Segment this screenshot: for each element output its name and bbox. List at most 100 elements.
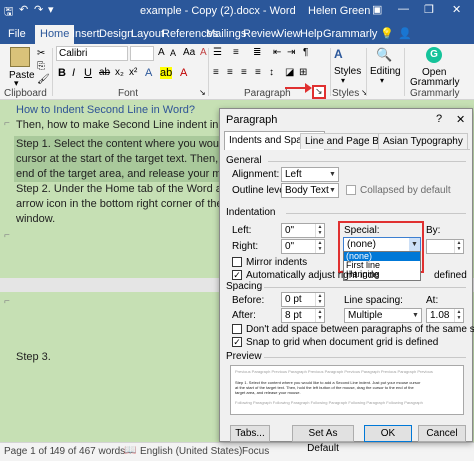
restore-button[interactable]: ❐ (424, 3, 434, 16)
before-input[interactable]: 0 pt ▲ ▼ (281, 292, 325, 307)
document-step1-line3[interactable]: end of the target area, and release your… (16, 167, 248, 182)
tab-insert[interactable]: Insert (72, 25, 100, 44)
right-indent-input[interactable]: 0" ▲ ▼ (281, 239, 325, 254)
font-name-combo[interactable]: Calibri (56, 46, 128, 61)
styles-dropdown-icon[interactable]: ▾ (341, 76, 345, 85)
language[interactable]: English (United States) (140, 446, 242, 457)
proofing-icon[interactable]: 📖 (124, 445, 136, 456)
shading-icon[interactable]: ◪ (285, 67, 294, 78)
cut-icon[interactable]: ✂ (37, 48, 45, 59)
special-select[interactable]: (none) ▼ (343, 237, 421, 252)
editing-dropdown-icon[interactable]: ▾ (380, 76, 384, 85)
word-count[interactable]: 49 of 467 words (54, 446, 125, 457)
tab-grammarly[interactable]: Grammarly (323, 25, 377, 44)
undo-icon[interactable]: ↶ (19, 3, 28, 16)
collapsed-checkbox[interactable] (346, 185, 356, 195)
grammarly-name-label[interactable]: Grammarly (410, 77, 459, 88)
underline-icon[interactable]: U (84, 67, 92, 79)
dont-add-space-checkbox[interactable] (232, 324, 242, 334)
tab-layout[interactable]: Layout (131, 25, 164, 44)
line-spacing-icon[interactable]: ↕ (269, 67, 274, 78)
format-painter-icon[interactable]: 🖌 (37, 74, 50, 85)
document-step3[interactable]: Step 3. (16, 350, 51, 365)
line-spacing-select[interactable]: Multiple ▼ (344, 308, 422, 323)
redo-icon[interactable]: ↷ (34, 3, 43, 16)
lightbulb-icon[interactable]: 💡 (380, 25, 394, 44)
outline-level-select[interactable]: Body Text ▼ (281, 183, 339, 198)
spinner-icon[interactable]: ▲ ▼ (454, 309, 463, 322)
alignment-select[interactable]: Left ▼ (281, 167, 339, 182)
show-formatting-icon[interactable]: ¶ (303, 47, 308, 58)
left-indent-input[interactable]: 0" ▲ ▼ (281, 223, 325, 238)
focus-mode[interactable]: Focus (242, 446, 269, 457)
tab-mailings[interactable]: Mailings (206, 25, 246, 44)
user-name[interactable]: Helen Green (308, 5, 370, 17)
editing-icon[interactable]: 🔍 (376, 47, 392, 63)
font-color-icon[interactable]: A (180, 67, 187, 79)
font-dialog-launcher-icon[interactable]: ↘ (199, 88, 206, 97)
multilevel-list-icon[interactable]: ≣ (253, 47, 261, 58)
align-center-icon[interactable]: ≡ (227, 67, 233, 78)
subscript-icon[interactable]: x₂ (115, 67, 124, 78)
mirror-indents-checkbox[interactable] (232, 257, 242, 267)
snap-to-grid-checkbox[interactable]: ✓ (232, 337, 242, 347)
document-step2-line3[interactable]: window. (16, 212, 55, 227)
styles-button[interactable]: Styles (334, 66, 361, 77)
decrease-indent-icon[interactable]: ⇤ (273, 47, 281, 58)
bullets-icon[interactable]: ☰ (213, 47, 222, 58)
dialog-close-button[interactable]: ✕ (456, 113, 465, 126)
paste-button[interactable]: Paste (9, 70, 35, 81)
ok-button[interactable]: OK (364, 425, 412, 442)
tab-design[interactable]: Design (99, 25, 133, 44)
tabs-button[interactable]: Tabs... (230, 425, 270, 442)
font-size-combo[interactable] (130, 46, 154, 61)
align-right-icon[interactable]: ≡ (241, 67, 247, 78)
paragraph-dialog-launcher[interactable]: ↘ (312, 85, 326, 99)
tab-help[interactable]: Help (300, 25, 323, 44)
document-heading[interactable]: How to Indent Second Line in Word? (16, 104, 195, 116)
auto-adjust-checkbox[interactable]: ✓ (232, 270, 242, 280)
change-case-icon[interactable]: Aa (183, 47, 195, 58)
text-effects-icon[interactable]: A (145, 67, 152, 79)
customize-toolbar-icon[interactable]: ▾ (48, 3, 54, 16)
at-input[interactable]: 1.08 ▲ ▼ (426, 308, 464, 323)
spinner-icon[interactable]: ▲ ▼ (454, 240, 463, 253)
grammarly-icon[interactable]: G (426, 47, 442, 63)
styles-gallery-icon[interactable]: A (334, 47, 352, 65)
by-input[interactable]: ▲ ▼ (426, 239, 464, 254)
after-input[interactable]: 8 pt ▲ ▼ (281, 308, 325, 323)
strikethrough-icon[interactable]: ab (99, 67, 110, 78)
set-as-default-button[interactable]: Set As Default (292, 425, 354, 454)
spinner-icon[interactable]: ▲ ▼ (315, 309, 324, 322)
paste-icon[interactable] (10, 47, 30, 67)
highlight-icon[interactable]: ab (160, 67, 173, 79)
page-count[interactable]: Page 1 of 1 (4, 446, 55, 457)
spinner-icon[interactable]: ▲ ▼ (315, 240, 324, 253)
numbering-icon[interactable]: ≡ (233, 47, 239, 58)
close-button[interactable]: ✕ (452, 3, 461, 16)
superscript-icon[interactable]: x² (129, 67, 137, 78)
increase-indent-icon[interactable]: ⇥ (287, 47, 295, 58)
editing-button[interactable]: Editing (370, 66, 401, 77)
shrink-font-icon[interactable]: A (170, 48, 176, 58)
cancel-button[interactable]: Cancel (418, 425, 466, 442)
italic-icon[interactable]: I (72, 67, 75, 79)
borders-icon[interactable]: ⊞ (299, 67, 307, 78)
clear-formatting-icon[interactable]: A (200, 47, 207, 58)
bold-icon[interactable]: B (58, 67, 66, 79)
tab-view[interactable]: View (277, 25, 301, 44)
spinner-icon[interactable]: ▲ ▼ (315, 224, 324, 237)
grow-font-icon[interactable]: A (158, 47, 165, 58)
tab-file[interactable]: File (8, 25, 26, 44)
tab-home[interactable]: Home (35, 25, 75, 44)
justify-icon[interactable]: ≡ (255, 67, 261, 78)
spinner-icon[interactable]: ▲ ▼ (315, 293, 324, 306)
tab-review[interactable]: Review (243, 25, 279, 44)
share-icon[interactable]: 👤 (398, 25, 412, 44)
copy-icon[interactable]: ⎘ (37, 61, 45, 72)
ribbon-display-icon[interactable]: ▣ (372, 3, 382, 16)
help-button[interactable]: ? (436, 113, 442, 125)
save-icon[interactable]: 🖫 (4, 3, 13, 22)
minimize-button[interactable]: — (398, 3, 409, 15)
tab-asian-typography[interactable]: Asian Typography (378, 133, 468, 149)
